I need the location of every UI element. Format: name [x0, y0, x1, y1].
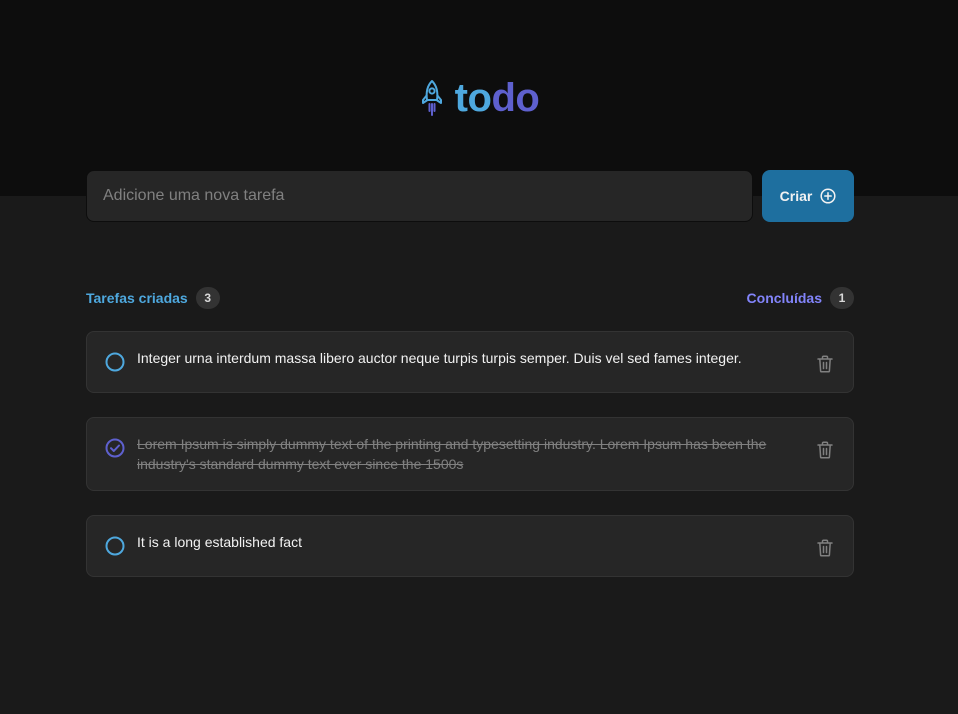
task-checkbox[interactable]: [103, 350, 127, 374]
task-text: Lorem Ipsum is simply dummy text of the …: [137, 436, 767, 472]
created-label: Tarefas criadas: [86, 290, 188, 306]
task-checkbox[interactable]: [103, 436, 127, 460]
task-item: It is a long established fact: [86, 515, 854, 577]
logo-text: todo: [455, 76, 540, 120]
create-button-label: Criar: [779, 188, 813, 204]
delete-task-button[interactable]: [813, 536, 837, 560]
circle-unchecked-icon: [105, 352, 125, 372]
trash-icon: [817, 441, 833, 459]
new-task-input[interactable]: [86, 170, 753, 222]
rocket-icon: [421, 80, 442, 116]
delete-task-button[interactable]: [813, 438, 837, 462]
done-counter: Concluídas 1: [747, 287, 854, 309]
logo-text-to: to: [454, 76, 492, 120]
circle-checked-icon: [105, 438, 125, 458]
new-task-form: Criar: [86, 170, 854, 222]
circle-unchecked-icon: [105, 536, 125, 556]
task-counters: Tarefas criadas 3 Concluídas 1: [86, 286, 854, 310]
plus-circle-icon: [820, 188, 836, 204]
trash-icon: [817, 355, 833, 373]
task-item: Lorem Ipsum is simply dummy text of the …: [86, 417, 854, 491]
task-text: Integer urna interdum massa libero aucto…: [137, 350, 742, 366]
created-count-badge: 3: [195, 287, 220, 309]
done-count-badge: 1: [830, 287, 854, 309]
task-text: It is a long established fact: [137, 534, 302, 550]
trash-icon: [817, 539, 833, 557]
create-task-button[interactable]: Criar: [762, 170, 854, 222]
task-checkbox[interactable]: [103, 534, 127, 558]
app-logo: todo: [0, 76, 958, 120]
delete-task-button[interactable]: [813, 352, 837, 376]
logo-text-do: do: [491, 76, 540, 120]
done-label: Concluídas: [746, 290, 822, 306]
task-item: Integer urna interdum massa libero aucto…: [86, 331, 854, 393]
created-counter: Tarefas criadas 3: [86, 287, 220, 309]
